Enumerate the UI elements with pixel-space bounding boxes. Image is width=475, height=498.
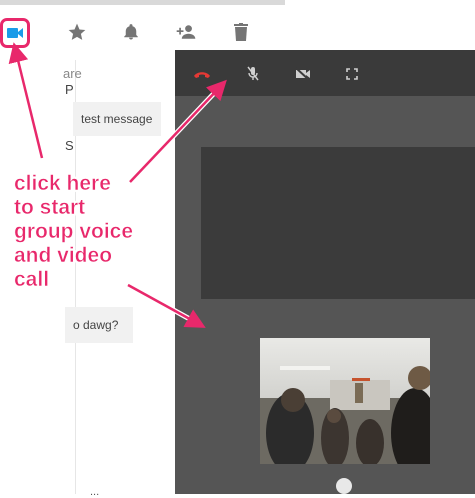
mute-mic-icon <box>247 66 259 81</box>
add-person-button[interactable] <box>166 10 206 54</box>
chat-fragment-top: are <box>63 66 82 81</box>
message-bubble: o dawg? <box>65 307 133 343</box>
video-camera-icon <box>7 28 23 38</box>
chat-bottom-text: ... <box>90 486 100 498</box>
mute-microphone-button[interactable] <box>241 62 265 86</box>
start-video-call-button[interactable] <box>0 18 30 48</box>
add-person-icon <box>176 25 196 39</box>
trash-icon <box>234 23 248 41</box>
fullscreen-icon <box>346 68 358 80</box>
bell-icon <box>124 24 138 40</box>
message-bubble: test message <box>73 102 161 136</box>
tutorial-annotation: click here to start group voice and vide… <box>14 172 134 292</box>
end-call-icon <box>194 72 210 78</box>
chat-fragment-p: P <box>65 82 74 97</box>
star-icon <box>68 23 86 40</box>
call-controls-bar <box>175 50 475 96</box>
chat-fragment-s: S <box>65 138 74 153</box>
hangup-indicator-button[interactable] <box>336 478 352 494</box>
local-webcam-image <box>260 338 430 464</box>
fullscreen-button[interactable] <box>340 62 364 86</box>
turn-off-video-button[interactable] <box>291 62 315 86</box>
delete-button[interactable] <box>221 10 261 54</box>
notifications-button[interactable] <box>111 10 151 54</box>
video-off-icon <box>295 67 310 81</box>
remote-video-area <box>201 147 475 299</box>
star-button[interactable] <box>57 10 97 54</box>
local-video-preview <box>260 338 430 464</box>
window-top-border <box>0 0 285 5</box>
video-call-panel <box>175 50 475 494</box>
end-call-button[interactable] <box>190 62 214 86</box>
